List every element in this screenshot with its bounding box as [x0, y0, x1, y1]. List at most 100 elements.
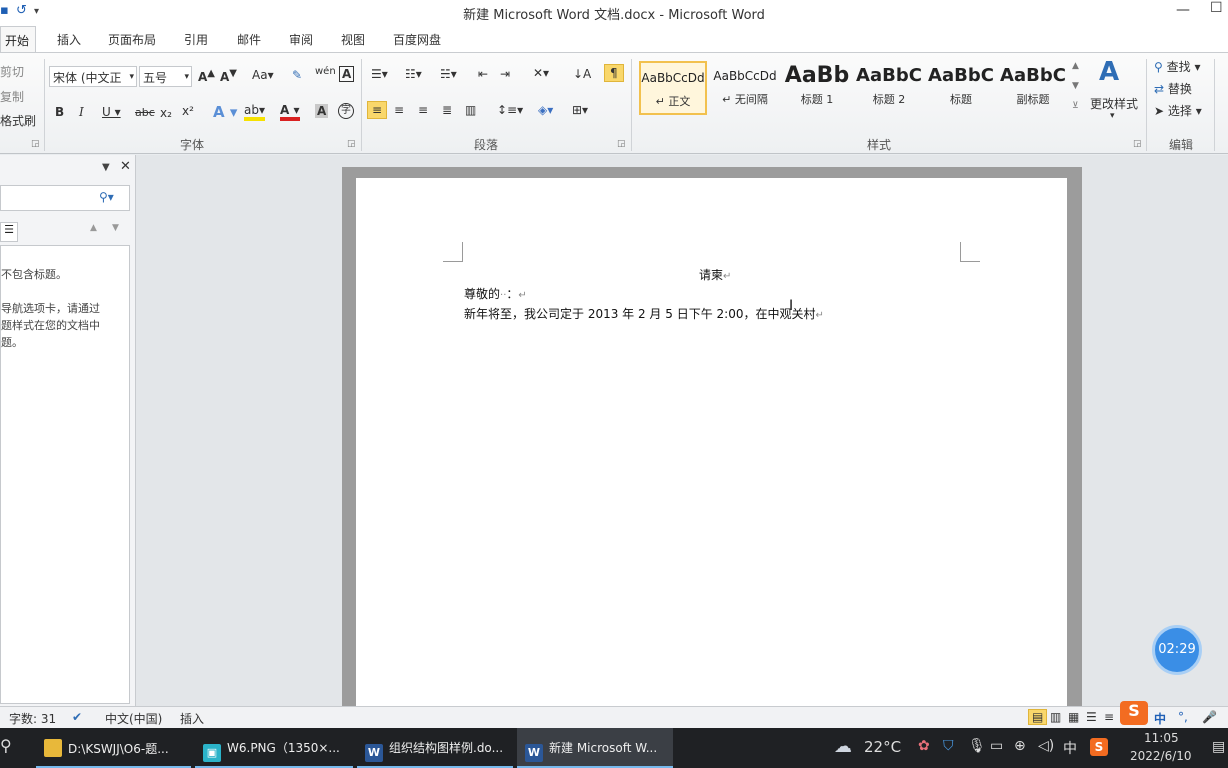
ime-mode-indicator[interactable]: 中 [1154, 710, 1166, 727]
italic-icon[interactable]: I [79, 105, 84, 119]
change-styles-button[interactable]: 更改样式 [1090, 95, 1138, 112]
justify-icon[interactable]: ≣ [442, 103, 452, 117]
browse-headings-tab-icon[interactable]: ☰ [0, 222, 18, 242]
line-spacing-icon[interactable]: ↕≡▾ [497, 103, 523, 117]
tab-references[interactable]: 引用 [184, 31, 208, 48]
styles-more-icon[interactable]: ⊻ [1072, 101, 1079, 111]
font-launcher-icon[interactable]: ◲ [347, 139, 356, 149]
grow-font-icon[interactable]: A▲ [198, 68, 215, 84]
tab-insert[interactable]: 插入 [57, 31, 81, 48]
search-icon[interactable]: ⚲ [0, 736, 12, 755]
select-button[interactable]: ➤ 选择 ▾ [1154, 102, 1202, 119]
shading-icon[interactable]: ◈▾ [538, 103, 553, 117]
flower-icon[interactable]: ✿ [918, 738, 930, 754]
font-size-dropdown[interactable]: 五号 ▾ [139, 66, 192, 87]
chevron-down-icon[interactable]: ▾ [1110, 111, 1115, 121]
tab-review[interactable]: 审阅 [289, 31, 313, 48]
weather-icon[interactable]: ☁ [834, 736, 852, 757]
align-right-icon[interactable]: ≡ [418, 103, 428, 117]
clear-formatting-icon[interactable]: ✎ [292, 68, 302, 82]
highlight-color-icon[interactable]: ab▾ [244, 103, 265, 121]
numbering-icon[interactable]: ☷▾ [405, 67, 422, 81]
microphone-icon[interactable]: 🎤 [1202, 710, 1217, 724]
chinese-layout-icon[interactable]: ✕▾ [533, 66, 549, 80]
superscript-icon[interactable]: x² [182, 104, 194, 118]
taskbar-item-explorer[interactable]: D:\KSWJJ\O6-题... [36, 728, 191, 768]
find-button[interactable]: ⚲ 查找 ▾ [1154, 58, 1200, 75]
search-icon[interactable]: ⚲▾ [99, 190, 114, 204]
character-shading-icon[interactable]: A [315, 104, 329, 118]
text-effects-icon[interactable]: A ▾ [213, 103, 237, 121]
tab-baidu-netdisk[interactable]: 百度网盘 [393, 31, 441, 48]
shield-icon[interactable]: ⛉ [943, 738, 954, 754]
print-layout-view-icon[interactable]: ▤ [1028, 709, 1048, 725]
replace-button[interactable]: ⇄ 替换 [1154, 80, 1192, 97]
character-border-icon[interactable]: A [339, 66, 355, 82]
bullets-icon[interactable]: ☰▾ [371, 67, 388, 81]
recording-timer[interactable]: 02:29 [1152, 625, 1202, 675]
decrease-indent-icon[interactable]: ⇤ [478, 67, 488, 81]
pane-options-icon[interactable]: ▼ [102, 162, 110, 173]
strikethrough-icon[interactable]: abc [135, 106, 155, 119]
outline-view-icon[interactable]: ☰ [1086, 710, 1097, 724]
full-screen-reading-icon[interactable]: ▥ [1050, 710, 1061, 724]
language-indicator[interactable]: 中文(中国) [105, 710, 162, 727]
styles-scroll-up-icon[interactable]: ▲ [1072, 61, 1079, 71]
distributed-icon[interactable]: ▥ [465, 103, 476, 117]
close-icon[interactable]: ✕ [120, 159, 131, 174]
shrink-font-icon[interactable]: A▼ [220, 68, 237, 84]
borders-icon[interactable]: ⊞▾ [572, 103, 588, 117]
doc-salutation-line[interactable]: 尊敬的··：↵ [464, 285, 527, 302]
document-page[interactable]: 请柬↵ 尊敬的··：↵ 新年将至，我公司定于 2013 年 2 月 5 日下午 … [356, 178, 1067, 718]
power-icon[interactable]: ▭ [990, 738, 1003, 754]
maximize-button[interactable]: ☐ [1210, 0, 1223, 16]
tab-home[interactable]: 开始 [0, 26, 37, 53]
style-subtitle[interactable]: AaBbC 副标题 [999, 61, 1067, 115]
sogou-tray-icon[interactable]: S [1090, 738, 1108, 756]
doc-body-line[interactable]: 新年将至，我公司定于 2013 年 2 月 5 日下午 2:00，在中观关村↵ [464, 305, 824, 322]
clipboard-launcher-icon[interactable]: ◲ [31, 139, 40, 149]
bold-icon[interactable]: B [55, 105, 64, 119]
font-name-dropdown[interactable]: 宋体 (中文正 ▾ [49, 66, 137, 87]
globe-icon[interactable]: ⊕ [1014, 738, 1026, 754]
underline-icon[interactable]: U ▾ [102, 105, 121, 119]
change-styles-icon[interactable]: A [1099, 57, 1119, 87]
align-center-icon[interactable]: ≡ [394, 103, 404, 117]
sogou-ime-icon[interactable]: S [1120, 701, 1148, 725]
increase-indent-icon[interactable]: ⇥ [500, 67, 510, 81]
enclose-characters-icon[interactable]: 字 [338, 103, 354, 119]
cut-button[interactable]: 剪切 [0, 63, 24, 80]
draft-view-icon[interactable]: ≡ [1104, 710, 1114, 724]
clock-date[interactable]: 2022/6/10 [1130, 749, 1192, 763]
multilevel-list-icon[interactable]: ☵▾ [440, 67, 457, 81]
taskbar-item-word-active[interactable]: W 新建 Microsoft W... [517, 728, 673, 768]
tab-view[interactable]: 视图 [341, 31, 365, 48]
sort-icon[interactable]: ↓A [573, 67, 591, 81]
style-no-spacing[interactable]: AaBbCcDd ↵ 无间隔 [711, 61, 779, 115]
nav-search-input[interactable]: ⚲▾ [0, 185, 130, 211]
style-normal[interactable]: AaBbCcDd ↵ 正文 [639, 61, 707, 115]
clock-time[interactable]: 11:05 [1144, 731, 1179, 745]
style-title[interactable]: AaBbC 标题 [927, 61, 995, 115]
notifications-icon[interactable]: ▤ [1212, 739, 1225, 755]
microphone-icon[interactable]: 🎙 [968, 738, 986, 754]
style-heading-2[interactable]: AaBbC 标题 2 [855, 61, 923, 115]
taskbar-item-image-viewer[interactable]: ▣ W6.PNG（1350×... [195, 728, 353, 768]
phonetic-guide-icon[interactable]: wén [315, 66, 336, 77]
format-painter-button[interactable]: 格式刷 [0, 112, 36, 129]
taskbar-item-word-doc[interactable]: W 组织结构图样例.do... [357, 728, 513, 768]
doc-title-line[interactable]: 请柬↵ [699, 266, 731, 283]
previous-heading-icon[interactable]: ▲ [90, 223, 97, 233]
next-heading-icon[interactable]: ▼ [112, 223, 119, 233]
minimize-button[interactable]: — [1176, 2, 1190, 18]
word-count[interactable]: 字数: 31 [9, 710, 56, 727]
font-color-icon[interactable]: A ▾ [280, 103, 300, 121]
weather-temperature[interactable]: 22°C [864, 738, 901, 756]
tab-page-layout[interactable]: 页面布局 [108, 31, 156, 48]
style-heading-1[interactable]: AaBb 标题 1 [783, 61, 851, 115]
ime-indicator[interactable]: 中 [1063, 738, 1077, 758]
tab-mailings[interactable]: 邮件 [237, 31, 261, 48]
proofing-icon[interactable]: ✔ [72, 710, 82, 724]
copy-button[interactable]: 复制 [0, 88, 24, 105]
insert-mode-indicator[interactable]: 插入 [180, 710, 204, 727]
